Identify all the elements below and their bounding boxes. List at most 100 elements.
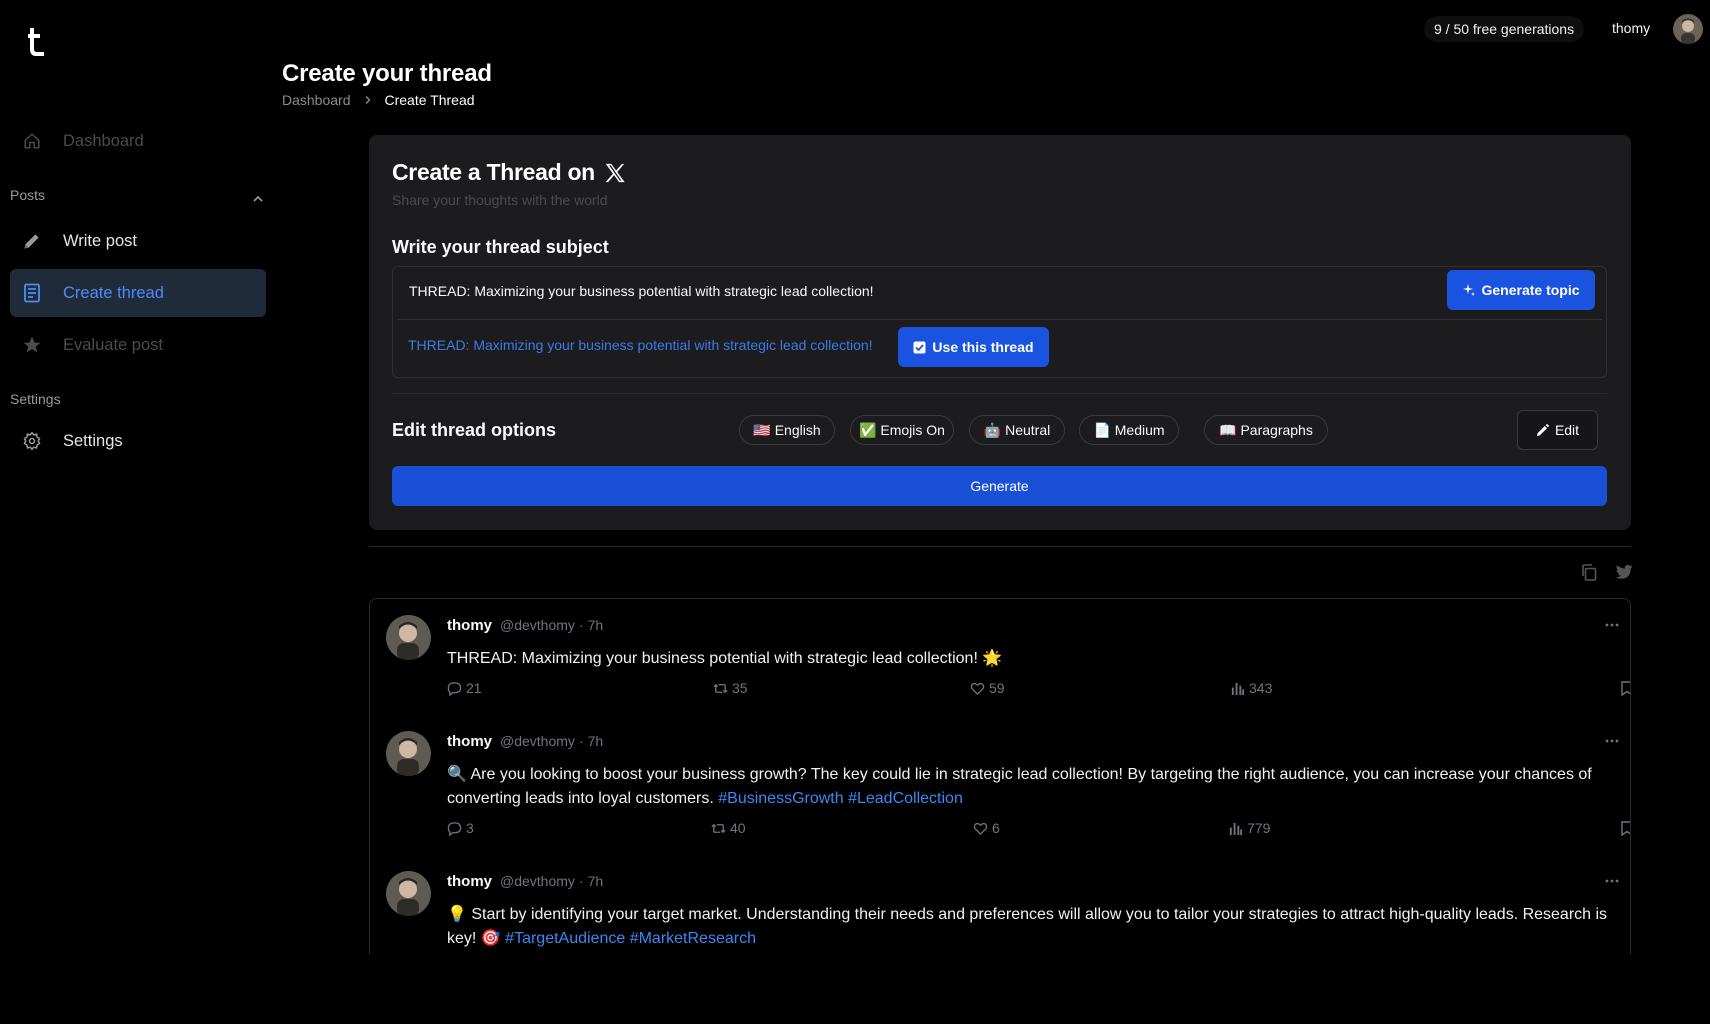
views-count: 343: [1249, 680, 1273, 696]
views-metric[interactable]: 343: [1230, 680, 1272, 696]
retweet-icon: [713, 683, 728, 693]
reply-icon: [447, 821, 462, 836]
home-icon: [21, 130, 43, 152]
retweet-icon: [711, 823, 726, 833]
views-icon: [1229, 822, 1243, 835]
sidebar: Dashboard Posts Write post Create thread…: [0, 0, 275, 1024]
sidebar-item-label: Create thread: [63, 283, 164, 302]
breadcrumb-dashboard[interactable]: Dashboard: [282, 92, 351, 108]
tweet-author[interactable]: thomy: [447, 733, 492, 750]
like-count: 59: [989, 680, 1005, 696]
views-icon: [1231, 682, 1245, 695]
tweet-handle[interactable]: @devthomy: [500, 617, 575, 633]
tweet-text: 🔍 Are you looking to boost your business…: [447, 763, 1617, 811]
sidebar-item-settings[interactable]: Settings: [10, 417, 266, 465]
suggested-thread[interactable]: THREAD: Maximizing your business potenti…: [408, 337, 873, 353]
sidebar-item-label: Write post: [63, 231, 137, 250]
sidebar-item-write-post[interactable]: Write post: [10, 217, 266, 265]
avatar[interactable]: [386, 731, 431, 776]
copy-icon[interactable]: [1581, 564, 1597, 581]
tweet-header: thomy @devthomy · 7h: [447, 873, 603, 890]
subject-box: THREAD: Maximizing your business potenti…: [392, 266, 1607, 378]
tweet: thomy @devthomy · 7h 💡 Start by identify…: [370, 855, 1630, 954]
option-length[interactable]: 📄 Medium: [1079, 415, 1179, 445]
twitter-icon[interactable]: [1615, 564, 1633, 580]
tweet-handle[interactable]: @devthomy: [500, 733, 575, 749]
option-format[interactable]: 📖 Paragraphs: [1204, 415, 1328, 445]
views-metric[interactable]: 779: [1228, 820, 1270, 836]
like-metric[interactable]: 6: [973, 820, 1000, 836]
tweet-time: 7h: [587, 617, 604, 633]
generate-topic-label: Generate topic: [1481, 282, 1580, 298]
like-metric[interactable]: 59: [970, 680, 1005, 696]
sidebar-item-dashboard[interactable]: Dashboard: [10, 117, 266, 165]
edit-options-button[interactable]: Edit: [1517, 410, 1598, 450]
sidebar-section-settings: Settings: [10, 391, 61, 407]
tweet-text-content: 🔍 Are you looking to boost your business…: [447, 766, 1592, 807]
document-icon: [21, 282, 43, 304]
tweet-hashtags[interactable]: #BusinessGrowth #LeadCollection: [718, 790, 963, 807]
sidebar-item-label: Dashboard: [63, 131, 144, 150]
tweet: thomy @devthomy · 7h 🔍 Are you looking t…: [370, 715, 1630, 855]
option-emojis[interactable]: ✅ Emojis On: [850, 415, 954, 445]
options-label: Edit thread options: [392, 420, 556, 440]
sidebar-item-label: Settings: [63, 431, 123, 450]
avatar[interactable]: [386, 871, 431, 916]
tweet-author[interactable]: thomy: [447, 873, 492, 890]
views-count: 779: [1247, 820, 1271, 836]
reply-metric[interactable]: 21: [447, 680, 482, 696]
pencil-icon: [21, 230, 43, 252]
subject-input[interactable]: THREAD: Maximizing your business potenti…: [409, 281, 1409, 301]
sidebar-section-posts: Posts: [10, 187, 46, 203]
avatar[interactable]: [1673, 14, 1703, 44]
like-count: 6: [992, 820, 1000, 836]
sidebar-item-label: Evaluate post: [63, 335, 163, 354]
page-title: Create your thread: [282, 60, 492, 87]
card-title-text: Create a Thread on: [392, 159, 595, 185]
generations-counter: 9 / 50 free generations: [1424, 16, 1585, 42]
separator-dot: ·: [578, 873, 584, 889]
more-icon[interactable]: [1605, 879, 1619, 883]
subject-label: Write your thread subject: [392, 237, 609, 257]
generate-button[interactable]: Generate: [392, 466, 1607, 506]
bookmark-icon[interactable]: [1620, 681, 1631, 696]
chevron-up-icon[interactable]: [251, 192, 265, 206]
heart-icon: [973, 822, 988, 835]
tweet-text-content: THREAD: Maximizing your business potenti…: [447, 650, 1003, 667]
retweet-metric[interactable]: 35: [713, 680, 748, 696]
tweet-header: thomy @devthomy · 7h: [447, 617, 603, 634]
breadcrumb-current: Create Thread: [384, 92, 475, 108]
tweet-time: 7h: [587, 733, 604, 749]
reply-metric[interactable]: 3: [447, 820, 474, 836]
tweet-text: 💡 Start by identifying your target marke…: [447, 903, 1617, 951]
thread-preview: thomy @devthomy · 7h THREAD: Maximizing …: [369, 598, 1631, 954]
generate-topic-button[interactable]: Generate topic: [1447, 270, 1595, 310]
tweet-hashtags[interactable]: #TargetAudience #MarketResearch: [505, 930, 756, 947]
option-tone[interactable]: 🤖 Neutral: [969, 415, 1065, 445]
avatar[interactable]: [386, 615, 431, 660]
more-icon[interactable]: [1605, 623, 1619, 627]
tweet-author[interactable]: thomy: [447, 617, 492, 634]
logo-icon[interactable]: [24, 24, 50, 58]
breadcrumb: Dashboard Create Thread: [282, 92, 475, 108]
more-icon[interactable]: [1605, 739, 1619, 743]
option-language[interactable]: 🇺🇸 English: [739, 415, 835, 445]
card-subtitle: Share your thoughts with the world: [392, 192, 608, 208]
heart-icon: [970, 682, 985, 695]
divider: [397, 319, 1602, 320]
username[interactable]: thomy: [1612, 20, 1650, 36]
tweet-handle[interactable]: @devthomy: [500, 873, 575, 889]
tweet-header: thomy @devthomy · 7h: [447, 733, 603, 750]
star-icon: [21, 334, 43, 356]
sidebar-item-evaluate-post[interactable]: Evaluate post: [10, 321, 266, 369]
use-thread-button[interactable]: Use this thread: [898, 327, 1049, 367]
chevron-right-icon: [365, 96, 370, 104]
retweet-metric[interactable]: 40: [711, 820, 746, 836]
card-title: Create a Thread on: [392, 159, 626, 186]
sidebar-item-create-thread[interactable]: Create thread: [10, 269, 266, 317]
tweet-text: THREAD: Maximizing your business potenti…: [447, 647, 1617, 671]
retweet-count: 35: [732, 680, 748, 696]
x-logo-icon: [605, 163, 625, 182]
bookmark-icon[interactable]: [1620, 821, 1631, 836]
tweet: thomy @devthomy · 7h THREAD: Maximizing …: [370, 599, 1630, 713]
